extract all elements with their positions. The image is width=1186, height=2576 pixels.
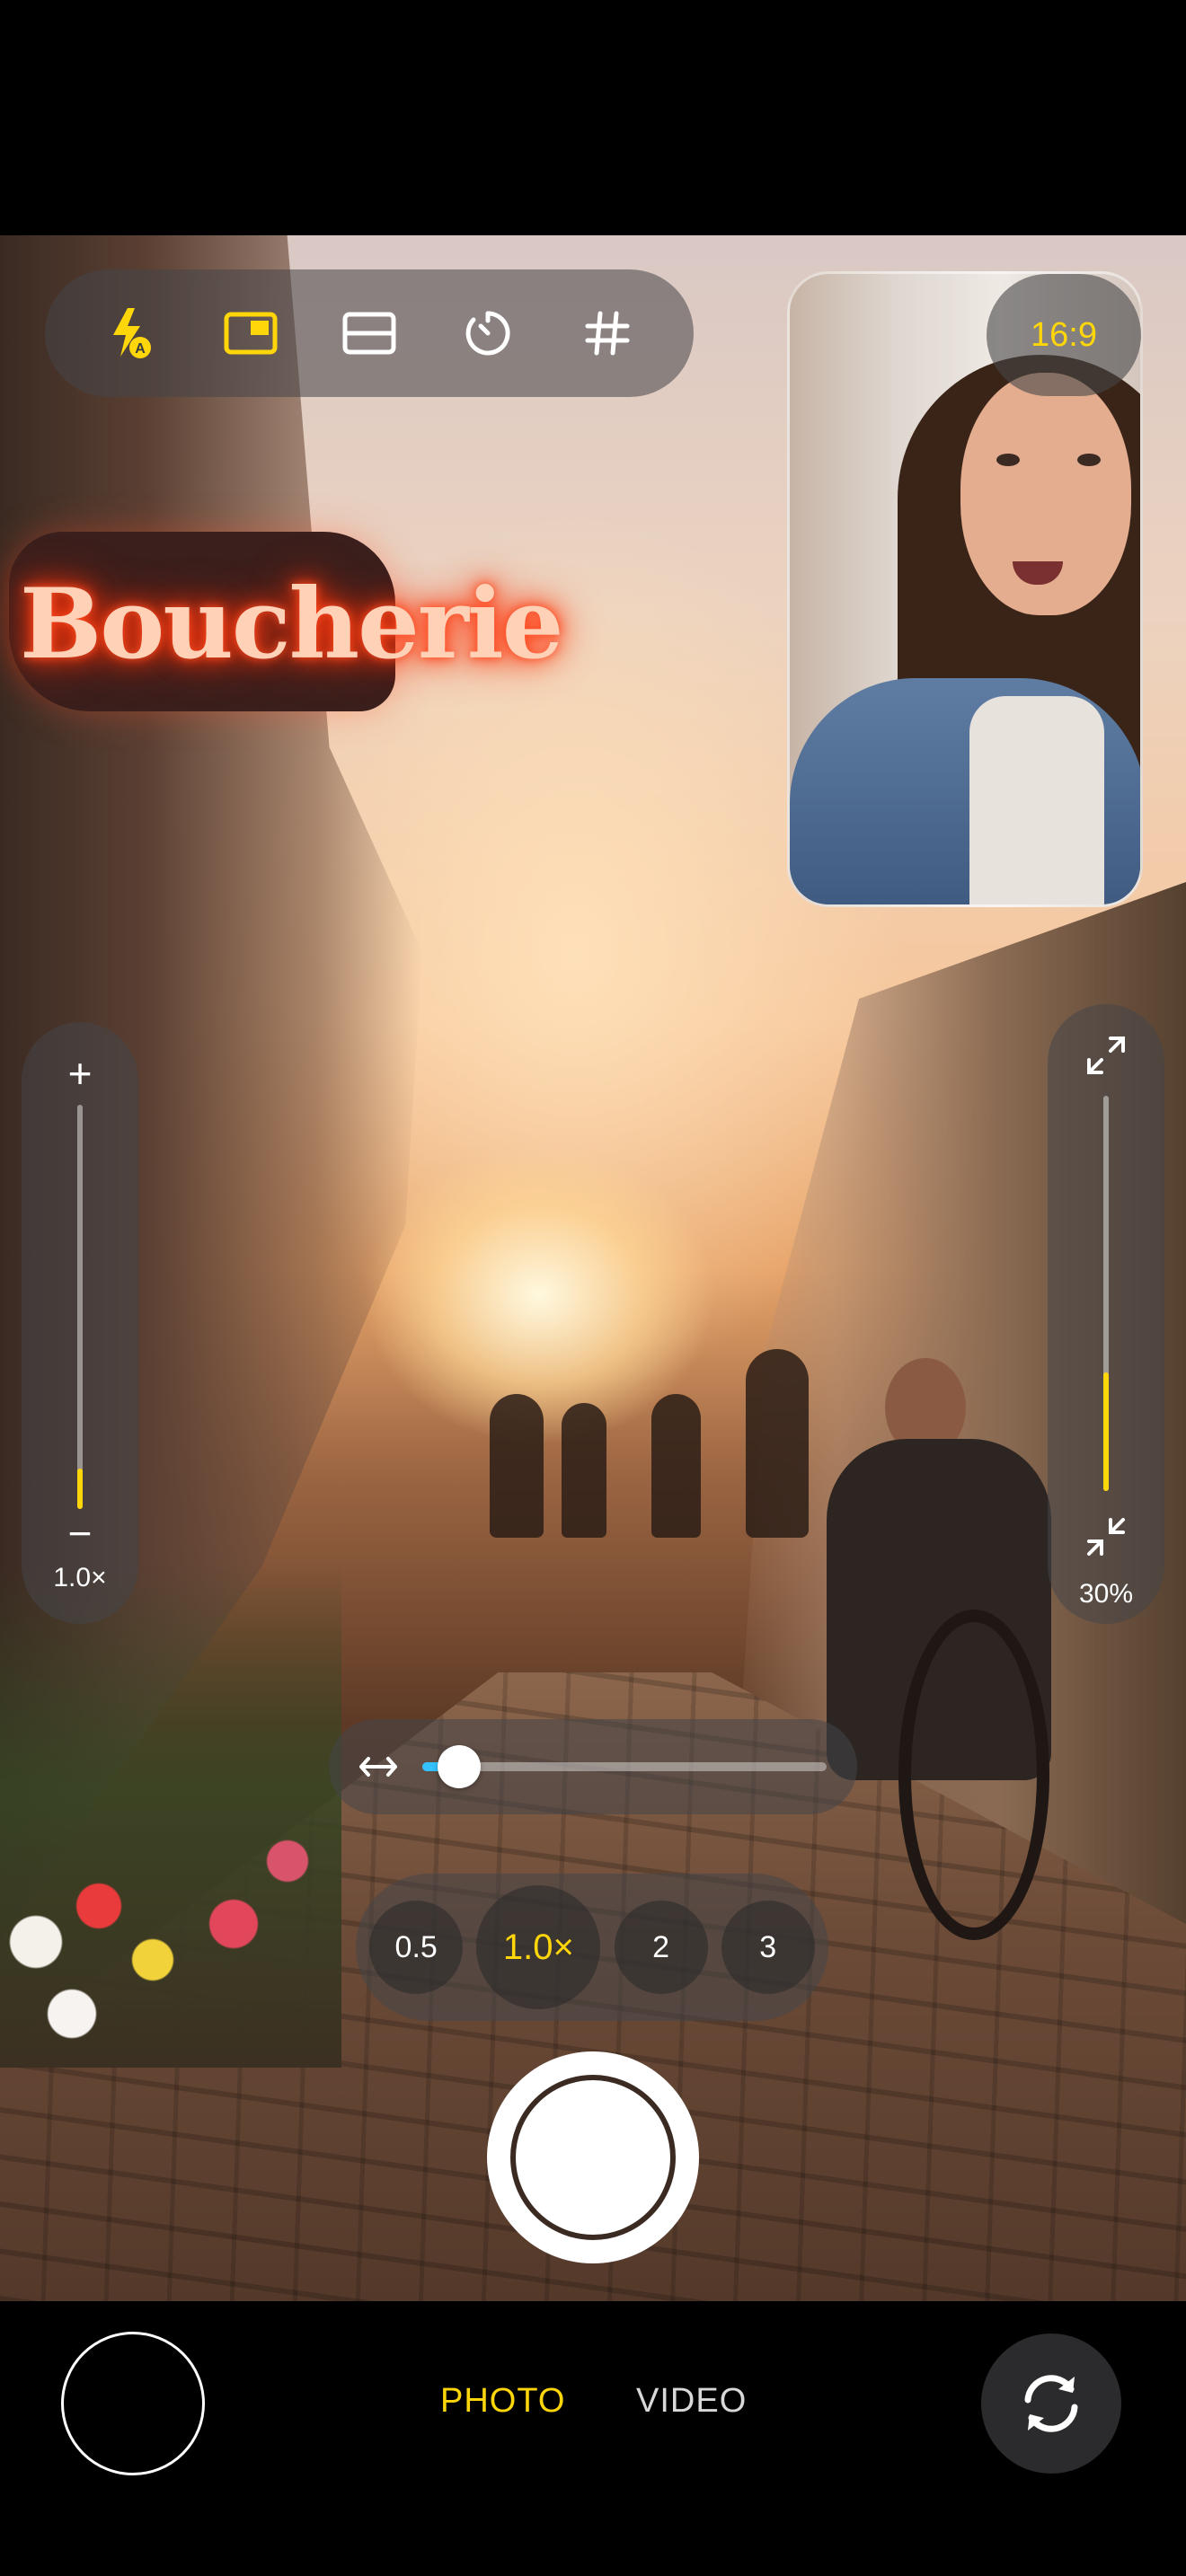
pip-shirt <box>969 696 1104 904</box>
flower-stall <box>0 1565 341 2068</box>
pedestrian <box>746 1349 809 1538</box>
neon-sign-text: Boucherie <box>20 568 563 681</box>
bike-wheel <box>898 1610 1049 1940</box>
flash-auto-icon[interactable]: A <box>91 293 172 374</box>
svg-text:A: A <box>135 341 146 357</box>
exposure-minus-button[interactable]: − <box>22 1509 138 1557</box>
pip-size-value: 30% <box>1078 1579 1134 1609</box>
split-layout-icon[interactable] <box>329 293 410 374</box>
aspect-ratio-button[interactable]: 16:9 <box>987 274 1141 396</box>
pedestrian <box>651 1394 701 1538</box>
exposure-track[interactable] <box>77 1105 83 1509</box>
timer-icon[interactable] <box>447 293 528 374</box>
mode-photo[interactable]: PHOTO <box>440 2382 565 2421</box>
pip-size-fill <box>1103 1372 1109 1491</box>
collapse-icon[interactable] <box>1084 1514 1128 1564</box>
shutter-inner <box>510 2075 676 2240</box>
exposure-fill <box>77 1469 83 1509</box>
grid-icon[interactable] <box>567 293 648 374</box>
top-black-bar <box>0 0 1186 235</box>
shutter-button[interactable] <box>487 2051 699 2263</box>
picture-in-picture-icon[interactable] <box>210 293 291 374</box>
zoom-selector: 0.5 1.0× 2 3 <box>356 1874 828 2021</box>
zoom-0.5-button[interactable]: 0.5 <box>369 1901 464 1994</box>
exposure-plus-button[interactable]: + <box>22 1049 138 1098</box>
top-controls-bar: A <box>45 269 694 397</box>
gallery-thumbnail[interactable] <box>61 2332 205 2475</box>
zoom-3-button[interactable]: 3 <box>721 1901 815 1994</box>
pip-eye <box>1077 454 1101 466</box>
pip-eye <box>996 454 1020 466</box>
mode-video[interactable]: VIDEO <box>636 2382 747 2421</box>
camera-flip-button[interactable] <box>981 2333 1121 2474</box>
horizontal-slider-track[interactable] <box>422 1745 827 1788</box>
exposure-value: 1.0× <box>53 1563 107 1592</box>
pedestrian <box>562 1403 606 1538</box>
expand-icon[interactable] <box>1084 1033 1128 1082</box>
horizontal-slider-knob[interactable] <box>437 1745 481 1788</box>
horizontal-arrows-icon <box>358 1746 399 1792</box>
pip-size-track[interactable] <box>1103 1096 1109 1491</box>
zoom-1x-button[interactable]: 1.0× <box>476 1885 601 2009</box>
pedestrian <box>490 1394 544 1538</box>
zoom-2-button[interactable]: 2 <box>614 1901 708 1994</box>
camera-flip-icon <box>1024 2375 1078 2432</box>
